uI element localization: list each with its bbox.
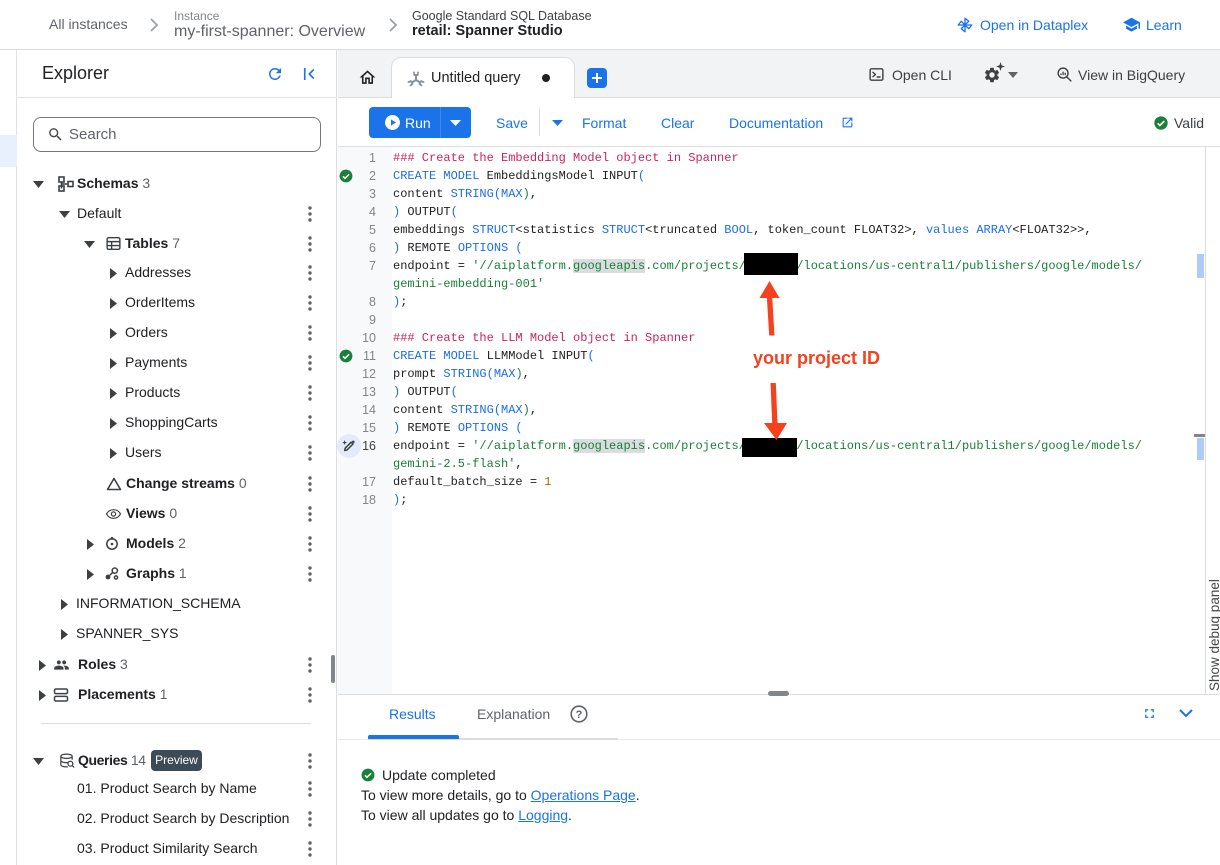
svg-text:?: ? (576, 709, 583, 721)
